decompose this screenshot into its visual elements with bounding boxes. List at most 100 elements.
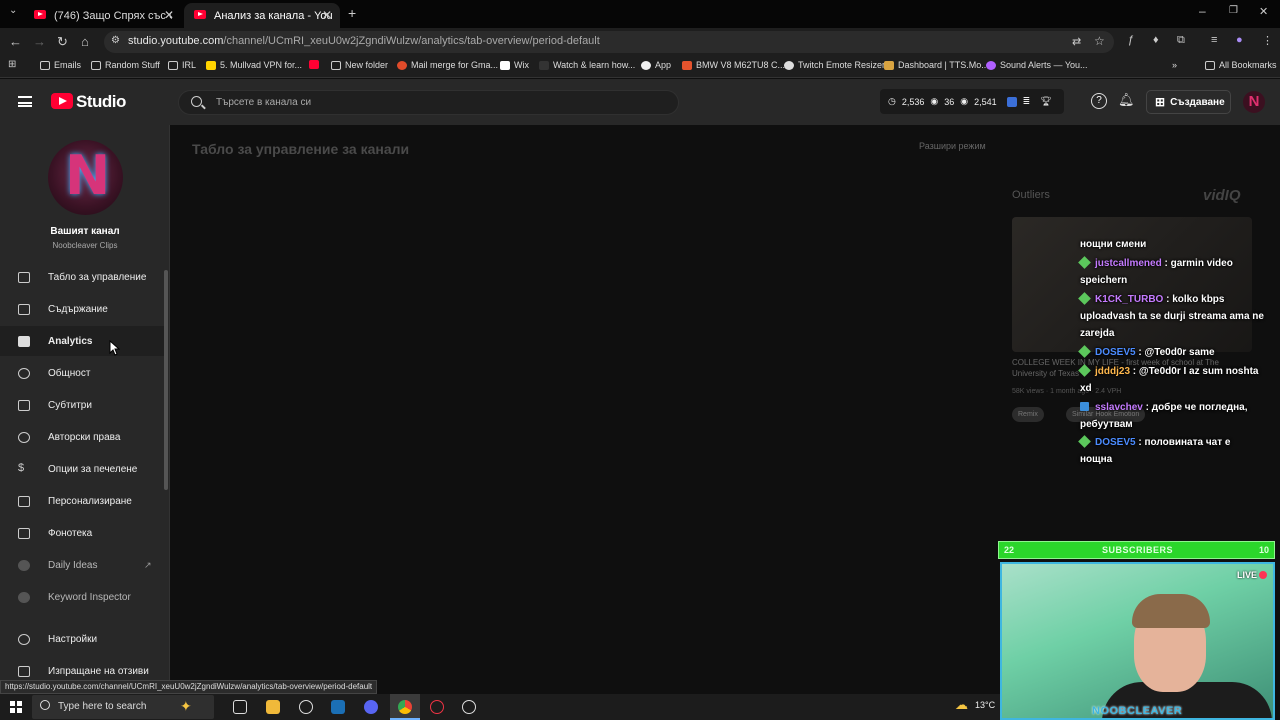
subtitles-icon — [18, 399, 30, 411]
studio-header: Studio Търсете в канала си ◷ 2,536 ◉ 36 ◉ 2… — [0, 79, 1280, 125]
bookmarks-bar: ⊞ Emails Random Stuff IRL 5. Mullvad VPN… — [0, 56, 1280, 78]
sidebar-item-copyright[interactable]: Авторски права — [0, 422, 165, 452]
clock-icon: ◷ — [888, 96, 896, 106]
bookmark-item[interactable]: Emails — [40, 60, 81, 70]
sidebar-item-monetization[interactable]: $ Опции за печелене — [0, 454, 165, 484]
remix-button[interactable]: Remix — [1012, 407, 1044, 422]
url-text[interactable]: studio.youtube.com/channel/UCmRI_xeuU0w2… — [128, 35, 600, 47]
taskbar-search-input[interactable]: Type here to search ✦ — [32, 695, 214, 719]
chat-message: нощни смени — [1080, 239, 1147, 250]
address-bar[interactable]: ⚙ studio.youtube.com/channel/UCmRI_xeuU0… — [104, 31, 1114, 53]
channel-handle: Noobcleaver Clips — [52, 241, 118, 250]
home-icon[interactable]: ⌂ — [81, 34, 89, 49]
sidebar-item-label: Daily Ideas — [48, 559, 98, 571]
vidiq-stats-widget[interactable]: ◷ 2,536 ◉ 36 ◉ 2,541 ≣ 🏆︎ — [880, 89, 1064, 114]
app-icon[interactable] — [462, 700, 476, 714]
chat-message: K1CK_TURBO : kolko kbps uploadvash ta se… — [1078, 292, 1264, 339]
trophy-icon: 🏆︎ — [1040, 96, 1052, 106]
vidiq-extension-icon — [1006, 96, 1017, 107]
bookmark-item[interactable]: BMW V8 M62TU8 C... — [682, 60, 785, 70]
customization-icon — [18, 495, 30, 507]
streamer-name: NOOBCLEAVER — [1092, 705, 1183, 717]
back-icon[interactable]: ← — [9, 34, 22, 49]
reload-icon[interactable]: ↻ — [57, 34, 68, 50]
sidebar-item-daily-ideas[interactable]: Daily Ideas ↗ — [0, 550, 165, 580]
sidebar-item-label: Настройки — [48, 633, 98, 645]
bookmark-item[interactable]: App — [641, 60, 671, 70]
bookmark-item[interactable] — [309, 60, 319, 69]
channel-search-input[interactable]: Търсете в канала си — [178, 90, 679, 115]
extended-mode-button[interactable]: Разшири режим — [919, 141, 986, 151]
close-tab-icon[interactable]: ✕ — [322, 8, 332, 22]
bookmark-item[interactable]: Twitch Emote Resizer — [784, 60, 885, 70]
bookmark-item[interactable]: Mail merge for Gma... — [397, 60, 498, 70]
task-view-icon[interactable] — [233, 700, 247, 714]
sidebar-item-settings[interactable]: Настройки — [0, 624, 165, 654]
hamburger-menu-icon[interactable] — [18, 96, 32, 107]
chat-badge-icon — [1078, 435, 1091, 448]
windows-start-icon[interactable] — [10, 701, 22, 713]
create-button[interactable]: ⊞ Създаване — [1146, 90, 1231, 114]
link-status-bar: https://studio.youtube.com/channel/UCmRI… — [0, 680, 378, 694]
sidebar-item-subtitles[interactable]: Субтитри — [0, 390, 165, 420]
bookmark-item[interactable]: Random Stuff — [91, 60, 160, 70]
profile-avatar-icon[interactable]: ● — [1236, 34, 1243, 46]
translate-icon[interactable]: ⇄ — [1072, 35, 1081, 48]
tab-search-chevron-icon[interactable]: ⌄ — [9, 5, 17, 16]
search-placeholder: Търсете в канала си — [216, 97, 312, 108]
forward-icon[interactable]: → — [33, 34, 46, 49]
all-bookmarks[interactable]: All Bookmarks — [1205, 60, 1277, 70]
close-window-icon[interactable]: ✕ — [1259, 5, 1268, 18]
help-icon[interactable]: ? — [1091, 93, 1107, 109]
channel-avatar[interactable]: N — [48, 140, 123, 215]
browser-tab[interactable]: (746) Защо Спрях със Стрийм... ✕ — [24, 3, 182, 28]
eye-icon: ◉ — [960, 96, 969, 106]
sidebar-item-customization[interactable]: Персонализиране — [0, 486, 165, 516]
bookmarks-overflow-icon[interactable]: » — [1172, 60, 1177, 70]
bookmark-item[interactable]: Watch & learn how... — [539, 60, 635, 70]
sidebar-item-content[interactable]: Съдържание — [0, 294, 165, 324]
youtube-logo-icon[interactable] — [51, 93, 73, 109]
extensions-puzzle-icon[interactable]: ⧉ — [1177, 34, 1185, 47]
account-avatar[interactable]: N — [1243, 91, 1265, 113]
sidebar-scrollbar[interactable] — [164, 270, 168, 490]
taskbar-search-placeholder: Type here to search — [58, 701, 147, 712]
sidebar-item-label: Analytics — [48, 335, 93, 347]
menu-kebab-icon[interactable]: ⋮ — [1262, 34, 1273, 47]
close-tab-icon[interactable]: ✕ — [164, 8, 174, 22]
community-icon — [18, 367, 30, 379]
restore-icon[interactable]: ❐ — [1229, 5, 1238, 16]
obs-icon[interactable] — [430, 700, 444, 714]
app-icon[interactable] — [299, 700, 313, 714]
bookmark-star-icon[interactable]: ☆ — [1094, 34, 1105, 48]
bookmark-item[interactable]: Sound Alerts — You... — [986, 60, 1088, 70]
weather-temperature[interactable]: 13°C — [975, 700, 995, 710]
bookmark-item[interactable]: 5. Mullvad VPN for... — [206, 60, 302, 70]
site-info-icon[interactable]: ⚙ — [111, 35, 120, 46]
steam-icon[interactable] — [331, 700, 345, 714]
sidebar-item-audio-library[interactable]: Фонотека — [0, 518, 165, 548]
weather-icon[interactable]: ☁ — [955, 697, 968, 713]
bookmark-item[interactable]: Wix — [500, 60, 529, 70]
bookmark-item[interactable]: IRL — [168, 60, 196, 70]
search-icon — [40, 700, 50, 710]
bookmark-item[interactable]: Dashboard | TTS.Mo... — [884, 60, 989, 70]
browser-tab-active[interactable]: Анализ за канала - YouTube St... ✕ — [184, 3, 340, 28]
media-icon[interactable]: ≡ — [1211, 34, 1217, 46]
extension-icon[interactable]: ♦ — [1153, 34, 1159, 46]
discord-icon[interactable] — [364, 700, 378, 714]
minimize-icon[interactable]: – — [1199, 4, 1206, 18]
sidebar-item-analytics[interactable]: Analytics — [0, 326, 165, 356]
chat-message: DOSEV5 : половината чат е нощна — [1078, 435, 1231, 465]
file-explorer-icon[interactable] — [266, 700, 280, 714]
channel-name: Вашият канал — [50, 226, 120, 237]
studio-logo-text[interactable]: Studio — [76, 92, 126, 112]
bookmark-item[interactable]: New folder — [331, 60, 388, 70]
sidebar-item-keyword-inspector[interactable]: Keyword Inspector — [0, 582, 165, 612]
sidebar-item-dashboard[interactable]: Табло за управление — [0, 262, 165, 292]
sidebar-item-community[interactable]: Общност — [0, 358, 165, 388]
extension-icon[interactable]: ƒ — [1128, 34, 1134, 46]
new-tab-button[interactable]: + — [348, 5, 356, 21]
bell-icon[interactable]: 🔔︎ — [1118, 92, 1135, 108]
apps-grid-icon[interactable]: ⊞ — [8, 59, 16, 70]
